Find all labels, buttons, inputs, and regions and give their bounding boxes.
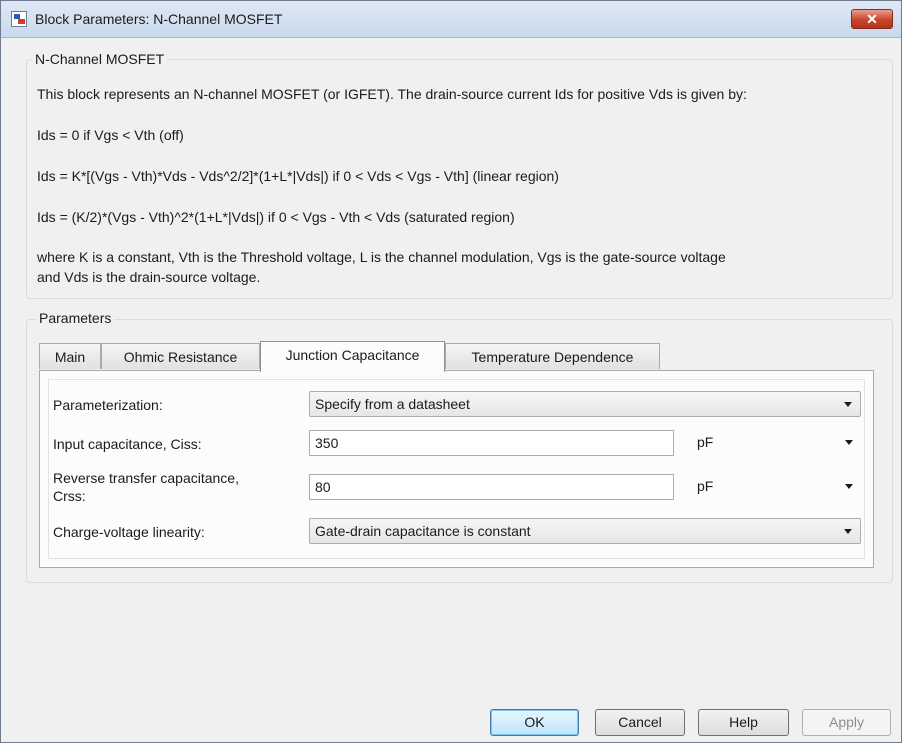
crss-label-line2: Crss: (53, 488, 86, 504)
tab-temperature-dependence[interactable]: Temperature Dependence (445, 343, 660, 369)
parameterization-dropdown[interactable]: Specify from a datasheet (309, 391, 861, 417)
chevron-down-icon (844, 402, 852, 407)
parameters-group-label: Parameters (36, 310, 115, 326)
crss-label-line1: Reverse transfer capacitance, (53, 470, 239, 486)
ciss-label: Input capacitance, Ciss: (53, 436, 202, 452)
apply-button[interactable]: Apply (802, 709, 891, 736)
description-line: This block represents an N-channel MOSFE… (37, 86, 747, 102)
description-line: Ids = 0 if Vgs < Vth (off) (37, 127, 184, 143)
description-line: Ids = (K/2)*(Vgs - Vth)^2*(1+L*|Vds|) if… (37, 209, 515, 225)
crss-unit-dropdown[interactable]: pF (692, 474, 861, 500)
parameterization-label: Parameterization: (53, 397, 163, 413)
cancel-button[interactable]: Cancel (595, 709, 685, 736)
help-button[interactable]: Help (698, 709, 789, 736)
title-bar[interactable]: Block Parameters: N-Channel MOSFET ✕ (1, 1, 901, 38)
close-button[interactable]: ✕ (851, 9, 893, 29)
crss-unit-value: pF (697, 478, 714, 494)
ciss-unit-dropdown[interactable]: pF (692, 430, 861, 456)
description-line: and Vds is the drain-source voltage. (37, 269, 261, 285)
tab-ohmic-resistance[interactable]: Ohmic Resistance (101, 343, 260, 369)
linearity-dropdown[interactable]: Gate-drain capacitance is constant (309, 518, 861, 544)
parameterization-value: Specify from a datasheet (315, 396, 470, 412)
ciss-unit-value: pF (697, 434, 714, 450)
description-group-label: N-Channel MOSFET (32, 51, 168, 67)
linearity-label: Charge-voltage linearity: (53, 524, 205, 540)
ciss-input[interactable]: 350 (309, 430, 674, 456)
description-line: where K is a constant, Vth is the Thresh… (37, 249, 726, 265)
ok-button[interactable]: OK (490, 709, 579, 736)
description-line: Ids = K*[(Vgs - Vth)*Vds - Vds^2/2]*(1+L… (37, 168, 559, 184)
tab-main[interactable]: Main (39, 343, 101, 369)
crss-label: Reverse transfer capacitance, Crss: (53, 469, 239, 505)
chevron-down-icon (844, 529, 852, 534)
linearity-value: Gate-drain capacitance is constant (315, 523, 531, 539)
chevron-down-icon (845, 440, 853, 445)
simulink-block-icon (11, 11, 27, 27)
tab-junction-capacitance[interactable]: Junction Capacitance (260, 341, 445, 372)
window-title: Block Parameters: N-Channel MOSFET (35, 11, 283, 27)
dialog-window: Block Parameters: N-Channel MOSFET ✕ N-C… (0, 0, 902, 743)
chevron-down-icon (845, 484, 853, 489)
crss-input[interactable]: 80 (309, 474, 674, 500)
